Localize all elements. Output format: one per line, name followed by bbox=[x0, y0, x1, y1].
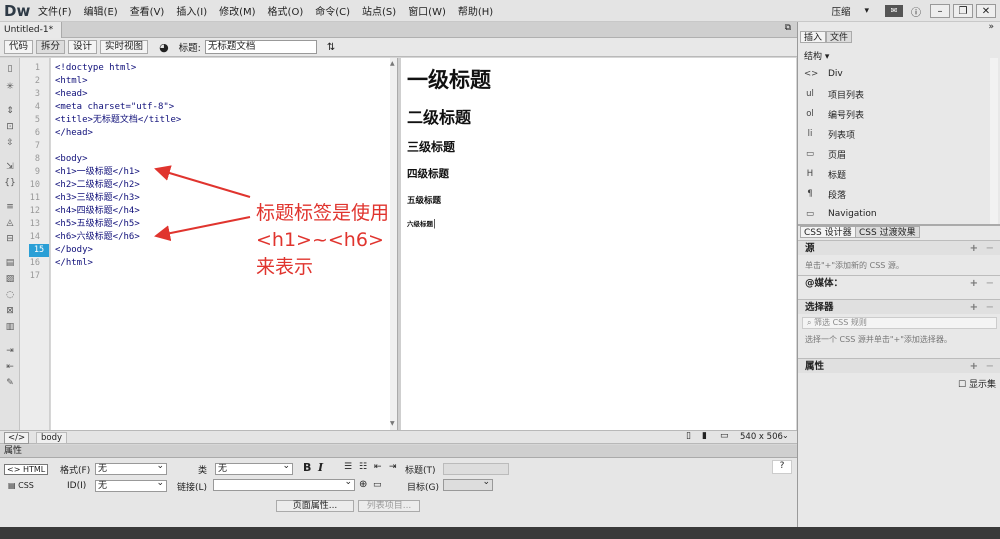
insert-category-label: 结构 bbox=[804, 52, 823, 62]
ul-icon: ul bbox=[806, 89, 814, 99]
insert-header-label: 页眉 bbox=[828, 150, 847, 161]
selectors-title: 选择器 bbox=[805, 302, 834, 313]
desktop-size-icon[interactable]: ▭ bbox=[720, 431, 729, 441]
point-to-file-icon[interactable]: ⊕ bbox=[359, 479, 367, 490]
browse-folder-icon[interactable]: ▭ bbox=[373, 480, 382, 490]
target-select[interactable] bbox=[443, 477, 493, 491]
annotation-line3: 来表示 bbox=[256, 256, 314, 278]
heading-icon: H bbox=[806, 169, 814, 179]
id-label: ID(I) bbox=[67, 481, 87, 491]
window-size-dropdown-icon[interactable]: ⌄ bbox=[782, 431, 789, 440]
arrow-to-h1 bbox=[154, 165, 251, 198]
css-mode-label: CSS bbox=[18, 481, 34, 490]
selectors-header: 选择器 + − bbox=[798, 299, 1000, 314]
insert-scrollbar[interactable] bbox=[990, 58, 998, 224]
source-hint: 单击"+"添加新的 CSS 源。 bbox=[805, 261, 904, 270]
arrow-to-h6 bbox=[154, 216, 251, 242]
list-item-button[interactable]: 列表项目... bbox=[358, 500, 420, 512]
status-bar: </> body ▯ ▮ ▭ 540 x 506 ⌄ bbox=[0, 430, 797, 444]
show-set-checkbox[interactable]: ☐ 显示集 bbox=[958, 377, 996, 390]
page-properties-button[interactable]: 页面属性... bbox=[276, 500, 354, 512]
remove-media-icon[interactable]: − bbox=[986, 276, 994, 291]
insert-navigation[interactable]: ▭ Navigation bbox=[804, 207, 877, 221]
remove-source-icon[interactable]: − bbox=[986, 241, 994, 256]
paragraph-icon: ¶ bbox=[807, 189, 813, 199]
target-label: 目标(G) bbox=[407, 483, 439, 493]
id-select[interactable]: 无 bbox=[95, 478, 167, 492]
indent-button-icon[interactable]: ⇥ bbox=[389, 462, 397, 472]
insert-tab[interactable]: 插入 bbox=[800, 31, 827, 43]
class-label: 类 bbox=[198, 466, 208, 476]
remove-property-icon[interactable]: − bbox=[986, 359, 994, 374]
add-property-icon[interactable]: + bbox=[970, 359, 978, 374]
insert-ol[interactable]: ol 编号列表 bbox=[804, 107, 864, 121]
html-mode-label: HTML bbox=[22, 465, 46, 474]
annotation-line2: <h1>~<h6> bbox=[256, 229, 384, 251]
li-icon: li bbox=[807, 129, 813, 139]
remove-selector-icon[interactable]: − bbox=[986, 300, 994, 315]
format-label: 格式(F) bbox=[60, 466, 91, 476]
add-media-icon[interactable]: + bbox=[970, 276, 978, 291]
insert-ol-label: 编号列表 bbox=[828, 110, 865, 121]
files-tab[interactable]: 文件 bbox=[826, 31, 853, 43]
header-icon: ▭ bbox=[805, 149, 815, 159]
heading-label: 标题(T) bbox=[405, 466, 436, 476]
insert-li-label: 列表项 bbox=[828, 130, 856, 141]
media-title: @媒体： bbox=[805, 278, 844, 289]
properties-panel: <> HTML ▤ CSS 格式(F) 无 类 无 B I ☰ ☷ ⇤ ⇥ 标题… bbox=[0, 458, 797, 527]
css-designer-tab[interactable]: CSS 设计器 bbox=[800, 226, 856, 238]
css-mode-button[interactable]: ▤ CSS bbox=[8, 481, 34, 490]
ordered-list-icon[interactable]: ☷ bbox=[359, 462, 367, 472]
insert-paragraph-label: 段落 bbox=[828, 190, 847, 201]
code-nav-icon[interactable]: </> bbox=[4, 432, 30, 444]
sources-title: 源 bbox=[805, 243, 815, 254]
insert-heading[interactable]: H 标题 bbox=[804, 167, 846, 181]
annotation-text: 标题标签是使用 <h1>~<h6> 来表示 bbox=[256, 200, 389, 281]
filter-placeholder: 筛选 CSS 规则 bbox=[814, 318, 867, 327]
insert-div-label: Div bbox=[828, 69, 843, 79]
tag-selector-body[interactable]: body bbox=[36, 432, 68, 444]
tablet-size-icon[interactable]: ▮ bbox=[702, 431, 707, 441]
insert-li[interactable]: li 列表项 bbox=[804, 127, 855, 141]
properties-section-header: 属性 + − bbox=[798, 358, 1000, 373]
annotation-line1: 标题标签是使用 bbox=[256, 202, 390, 224]
panel-collapse-icon[interactable]: » bbox=[988, 22, 994, 32]
heading-input[interactable] bbox=[443, 463, 509, 475]
filter-css-input[interactable]: ⌕ 筛选 CSS 规则 bbox=[802, 317, 997, 329]
insert-div[interactable]: <> Div bbox=[804, 67, 843, 81]
mobile-size-icon[interactable]: ▯ bbox=[686, 431, 691, 441]
html-mode-button[interactable]: <> HTML bbox=[4, 464, 49, 475]
show-set-label: 显示集 bbox=[968, 380, 996, 390]
insert-navigation-label: Navigation bbox=[828, 209, 877, 219]
insert-header[interactable]: ▭ 页眉 bbox=[804, 147, 846, 161]
bold-button[interactable]: B bbox=[303, 461, 311, 474]
sources-header: 源 + − bbox=[798, 240, 1000, 255]
insert-paragraph[interactable]: ¶ 段落 bbox=[804, 187, 846, 201]
css-transitions-tab[interactable]: CSS 过渡效果 bbox=[855, 226, 920, 238]
media-header: @媒体： + − bbox=[798, 275, 1000, 290]
insert-category[interactable]: 结构 ▾ bbox=[804, 49, 829, 62]
insert-ul-label: 项目列表 bbox=[828, 90, 865, 101]
unordered-list-icon[interactable]: ☰ bbox=[344, 462, 352, 472]
class-select[interactable]: 无 bbox=[215, 461, 293, 475]
navigation-icon: ▭ bbox=[805, 209, 815, 219]
link-input[interactable] bbox=[213, 477, 355, 491]
properties-title: 属性 bbox=[805, 361, 825, 372]
italic-button[interactable]: I bbox=[318, 461, 323, 474]
properties-header: 属性 bbox=[0, 445, 797, 458]
ol-icon: ol bbox=[806, 109, 814, 119]
add-selector-icon[interactable]: + bbox=[970, 300, 978, 315]
add-source-icon[interactable]: + bbox=[970, 241, 978, 256]
insert-heading-label: 标题 bbox=[828, 170, 847, 181]
insert-ul[interactable]: ul 项目列表 bbox=[804, 87, 864, 101]
right-panel: » 插入 文件 结构 ▾ <> Div ul 项目列表 ol 编号列表 li 列表项 ▭… bbox=[797, 22, 1000, 527]
outdent-button-icon[interactable]: ⇤ bbox=[374, 462, 382, 472]
taskbar-strip bbox=[0, 527, 1000, 539]
link-label: 链接(L) bbox=[177, 483, 208, 493]
help-doc-icon[interactable]: ? bbox=[772, 460, 792, 474]
format-select[interactable]: 无 bbox=[95, 461, 167, 475]
div-icon: <> bbox=[804, 69, 819, 79]
selector-hint: 选择一个 CSS 源并单击"+"添加选择器。 bbox=[805, 335, 952, 344]
window-size[interactable]: 540 x 506 bbox=[740, 432, 783, 442]
